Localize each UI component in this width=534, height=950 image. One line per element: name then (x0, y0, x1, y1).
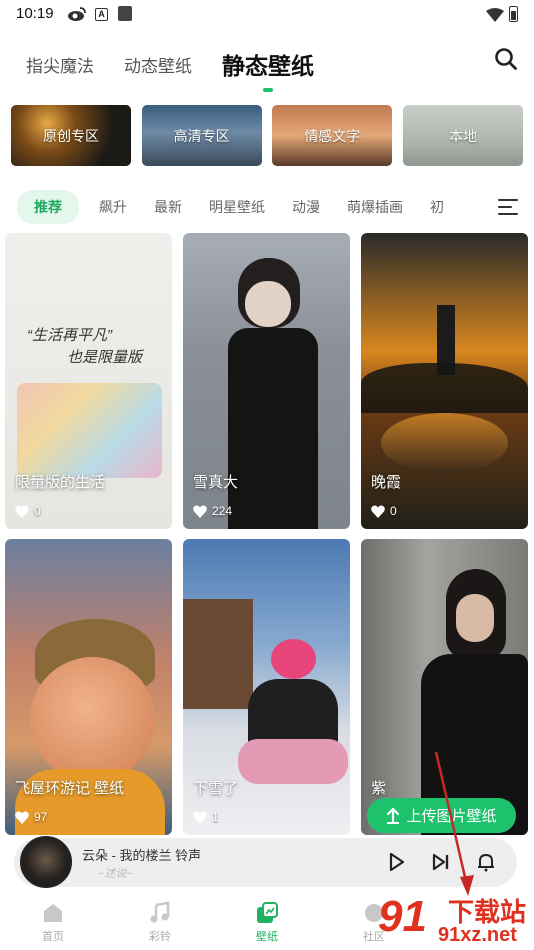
wallpaper-card[interactable]: 紫 (361, 539, 528, 835)
heart-icon (193, 811, 207, 824)
category-label: 原创专区 (43, 127, 99, 144)
mini-player[interactable]: 云朵 - 我的楼兰 铃声 ~述说~ (14, 836, 517, 888)
card-title: 限量版的生活 (15, 474, 106, 491)
wallpaper-card[interactable]: 下雪了 1 (183, 539, 350, 835)
subtab-star[interactable]: 明星壁纸 (209, 197, 265, 217)
category-label: 高清专区 (173, 127, 230, 144)
watermark-digits: 91 (378, 892, 427, 941)
wallpaper-card[interactable]: 雪真大 224 (183, 233, 350, 529)
illustration-doodle (17, 383, 162, 478)
nav-wallpaper[interactable]: 壁纸 (237, 901, 297, 944)
card-title: 下雪了 (193, 780, 239, 797)
pink-hat (271, 639, 316, 679)
category-original[interactable]: 原创专区 (11, 105, 131, 166)
notification-square-icon (118, 6, 132, 21)
person-coat (228, 328, 318, 529)
wallpaper-card[interactable]: “生活再平凡” 也是限量版 限量版的生活 0 (5, 233, 172, 529)
category-label: 情感文字 (304, 127, 361, 144)
battery-icon (509, 6, 518, 22)
search-icon[interactable] (494, 47, 518, 71)
nav-ringtone[interactable]: 彩铃 (130, 901, 190, 944)
wifi-icon (486, 8, 504, 22)
subtab-illustration[interactable]: 萌爆插画 (347, 197, 403, 217)
menu-icon[interactable] (498, 199, 518, 216)
music-icon (150, 901, 170, 923)
card-likes: 224 (193, 504, 232, 518)
weibo-icon (68, 7, 86, 21)
top-tabs: 指尖魔法 动态壁纸 静态壁纸 (26, 44, 314, 84)
person-face (245, 281, 291, 327)
subtab-more[interactable]: 初 (430, 197, 444, 217)
card-title: 紫 (371, 780, 387, 797)
card-title: 飞屋环游记 壁纸 (15, 780, 125, 797)
bell-icon[interactable] (476, 852, 496, 872)
heart-icon (193, 505, 207, 518)
category-hd[interactable]: 高清专区 (141, 105, 262, 166)
wallpaper-art-text: “生活再平凡” 也是限量版 (27, 327, 143, 366)
category-emotion-text[interactable]: 情感文字 (272, 105, 393, 166)
nav-home[interactable]: 首页 (23, 901, 83, 944)
heart-icon (15, 505, 29, 518)
category-local[interactable]: 本地 (402, 105, 523, 166)
upload-arrow-icon (387, 807, 400, 824)
treeline (361, 363, 528, 413)
person-face (456, 594, 494, 642)
subtab-recommend[interactable]: 推荐 (17, 190, 79, 224)
card-title: 晚霞 (371, 474, 402, 491)
home-icon (44, 904, 62, 922)
player-lyric: ~述说~ (98, 868, 133, 880)
subtab-rising[interactable]: 飙升 (99, 197, 127, 217)
next-track-icon[interactable] (431, 852, 451, 872)
category-row: 原创专区 高清专区 情感文字 本地 (11, 105, 523, 166)
card-title: 雪真大 (193, 474, 239, 491)
notification-a-icon: A (95, 8, 108, 21)
status-bar: 10:19 A (0, 0, 534, 30)
player-song-title: 云朵 - 我的楼兰 铃声 (82, 848, 202, 863)
heart-icon (371, 505, 385, 518)
card-likes: 0 (371, 504, 397, 518)
card-likes: 1 (193, 810, 219, 824)
tab-fingertip-magic[interactable]: 指尖魔法 (26, 52, 94, 77)
tab-dynamic-wallpaper[interactable]: 动态壁纸 (124, 52, 192, 77)
cabin (183, 599, 253, 709)
upload-label: 上传图片壁纸 (406, 808, 497, 825)
heart-icon (15, 811, 29, 824)
album-cover[interactable] (20, 836, 72, 888)
subtab-anime[interactable]: 动漫 (292, 197, 320, 217)
watermark-logo: 91 下载站 91xz.net (374, 890, 534, 950)
sub-tabs: 推荐 飙升 最新 明星壁纸 动漫 萌爆插画 初 (17, 190, 471, 224)
card-likes: 0 (15, 504, 41, 518)
wallpaper-card[interactable]: 飞屋环游记 壁纸 97 (5, 539, 172, 835)
wallpaper-icon (257, 902, 278, 923)
wallpaper-card[interactable]: 晚霞 0 (361, 233, 528, 529)
upload-wallpaper-button[interactable]: 上传图片壁纸 (367, 798, 516, 833)
subtab-latest[interactable]: 最新 (154, 197, 182, 217)
water-reflection (381, 413, 508, 473)
pink-pants (238, 739, 348, 784)
card-likes: 97 (15, 810, 47, 824)
play-icon[interactable] (386, 852, 406, 872)
category-label: 本地 (448, 127, 477, 144)
cartoon-face (30, 657, 155, 782)
tab-static-wallpaper[interactable]: 静态壁纸 (222, 47, 314, 81)
status-time: 10:19 (16, 5, 54, 22)
watermark-domain: 91xz.net (438, 924, 517, 946)
